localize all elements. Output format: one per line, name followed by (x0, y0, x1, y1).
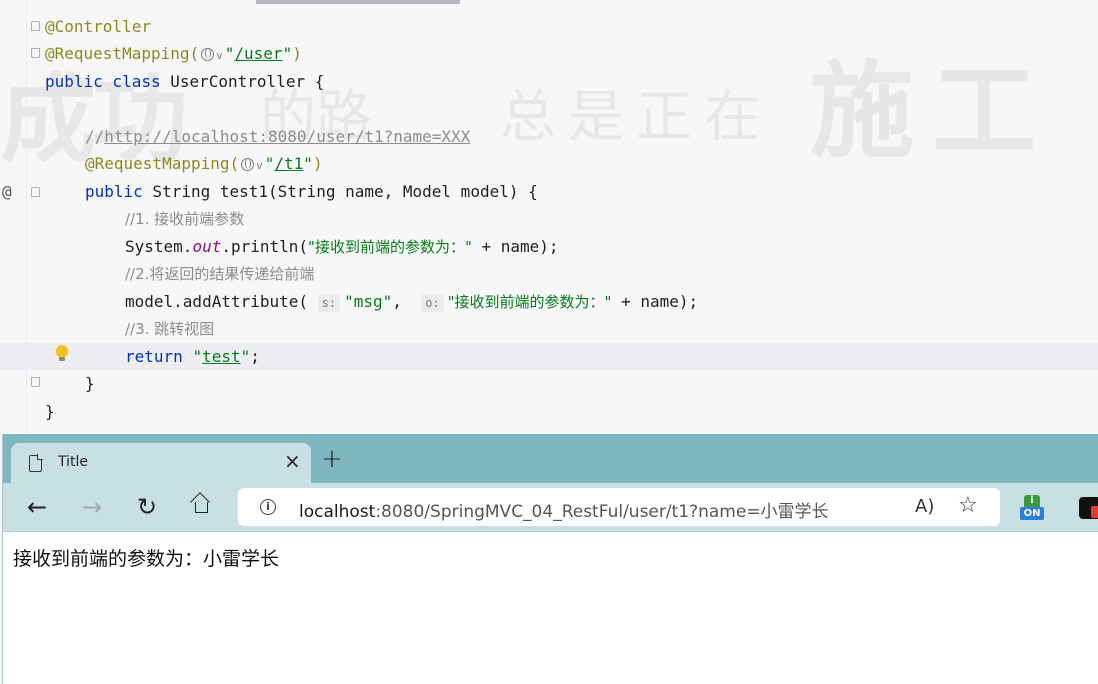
string-literal: "接收到前端的参数为：" (447, 293, 612, 311)
tab-strip: Title × + (3, 434, 1098, 483)
watermark-text: 总是正在 (500, 85, 772, 150)
extension-icon[interactable]: i ON (1020, 495, 1044, 521)
lightbulb-icon[interactable] (56, 345, 68, 361)
method-signature: String test1(String name, Model model) { (142, 182, 538, 201)
horizontal-scrollbar[interactable] (256, 0, 460, 4)
code-line: @RequestMapping(v "/user") (45, 44, 302, 63)
info-icon[interactable]: i (260, 499, 276, 515)
response-text: 接收到前端的参数为：小雷学长 (13, 548, 280, 570)
code-token: model.addAttribute( (125, 292, 309, 311)
tab-title-page[interactable]: Title × (11, 443, 311, 483)
code-line: //1. 接收前端参数 (125, 205, 244, 232)
comment: //1. 接收前端参数 (125, 210, 245, 228)
code-line: } (45, 398, 55, 425)
code-line: @RequestMapping(v "/t1") (85, 154, 323, 173)
view-name-link[interactable]: test (202, 347, 241, 366)
annotation: @Controller (45, 17, 151, 36)
chevron-down-icon[interactable]: v (216, 49, 223, 62)
code-line: model.addAttribute( s: "msg", o: "接收到前端的参数… (125, 288, 698, 315)
browser-toolbar: ← → ↻ i localhost:8080/SpringMVC_04_Rest… (3, 483, 1098, 532)
fold-marker[interactable] (31, 21, 40, 31)
code-token: .println( (221, 237, 309, 256)
add-favorite-star-icon[interactable]: ☆ (958, 493, 978, 518)
close-icon[interactable]: × (284, 451, 301, 471)
read-aloud-icon[interactable]: A) (915, 496, 934, 517)
code-token: } (85, 374, 95, 393)
parameter-hint: o: (421, 294, 444, 312)
parameter-hint: s: (317, 294, 341, 312)
globe-icon[interactable] (241, 158, 255, 171)
code-token: System. (125, 237, 193, 256)
code-token: + name); (471, 237, 559, 256)
comment: //2.将返回的结果传递给前端 (125, 265, 315, 283)
refresh-icon[interactable]: ↻ (133, 493, 161, 521)
class-declaration: UserController { (160, 72, 325, 91)
back-arrow-icon[interactable]: ← (23, 493, 51, 521)
code-token: out (192, 237, 222, 256)
extension-badge: ON (1020, 507, 1044, 520)
page-icon (29, 454, 43, 472)
url-host: localhost (299, 502, 376, 522)
code-line: //2.将返回的结果传递给前端 (125, 260, 314, 287)
page-content: 接收到前端的参数为：小雷学长 (3, 532, 1098, 684)
code-line: return "test"; (125, 347, 260, 366)
keyword: public (85, 182, 143, 201)
address-bar[interactable]: i localhost:8080/SpringMVC_04_RestFul/us… (238, 488, 1000, 526)
string-literal: "msg" (344, 292, 393, 311)
comment-link[interactable]: http://localhost:8080/user/t1?name=XXX (104, 127, 470, 146)
code-line: public class UserController { (45, 68, 324, 95)
url-path: :8080/SpringMVC_04_RestFul/user/t1?name=… (375, 502, 829, 522)
browser-window: Title × + ← → ↻ i localhost:8080/SpringM… (2, 434, 1098, 684)
extension-icon[interactable] (1079, 497, 1098, 519)
url-text[interactable]: localhost:8080/SpringMVC_04_RestFul/user… (299, 497, 829, 522)
tab-label: Title (58, 454, 89, 470)
home-icon[interactable] (188, 492, 216, 521)
code-token: + name); (611, 292, 699, 311)
forward-arrow-icon[interactable]: → (78, 493, 106, 521)
gutter-annotation-marker[interactable]: @ (2, 182, 12, 201)
fold-marker[interactable] (31, 187, 40, 197)
comment: //3. 跳转视图 (125, 320, 215, 338)
string-literal: "接收到前端的参数为：" (308, 238, 472, 256)
keyword: public class (45, 72, 161, 91)
code-editor[interactable]: 成功 的路 总是正在 施工 @ @Controller @RequestMapp… (0, 0, 1098, 434)
code-line: public String test1(String name, Model m… (85, 178, 538, 205)
keyword: return (125, 347, 183, 366)
code-line: //3. 跳转视图 (125, 315, 214, 342)
code-token: , (392, 292, 412, 311)
fold-marker[interactable] (31, 48, 40, 58)
code-line: } (85, 370, 95, 397)
fold-marker[interactable] (31, 377, 40, 387)
new-tab-button[interactable]: + (321, 446, 343, 472)
code-line: @Controller (45, 13, 151, 40)
globe-icon[interactable] (201, 48, 215, 61)
code-line: //http://localhost:8080/user/t1?name=XXX (85, 127, 471, 146)
annotation: @RequestMapping( (85, 154, 240, 173)
mapping-path[interactable]: /user (234, 44, 282, 63)
annotation: @RequestMapping( (45, 44, 200, 63)
mapping-path[interactable]: /t1 (274, 154, 303, 173)
chevron-down-icon[interactable]: v (256, 159, 263, 172)
code-line: System.out.println("接收到前端的参数为：" + name); (125, 233, 559, 260)
watermark-text: 施工 (810, 50, 1055, 172)
code-token: } (45, 402, 55, 421)
